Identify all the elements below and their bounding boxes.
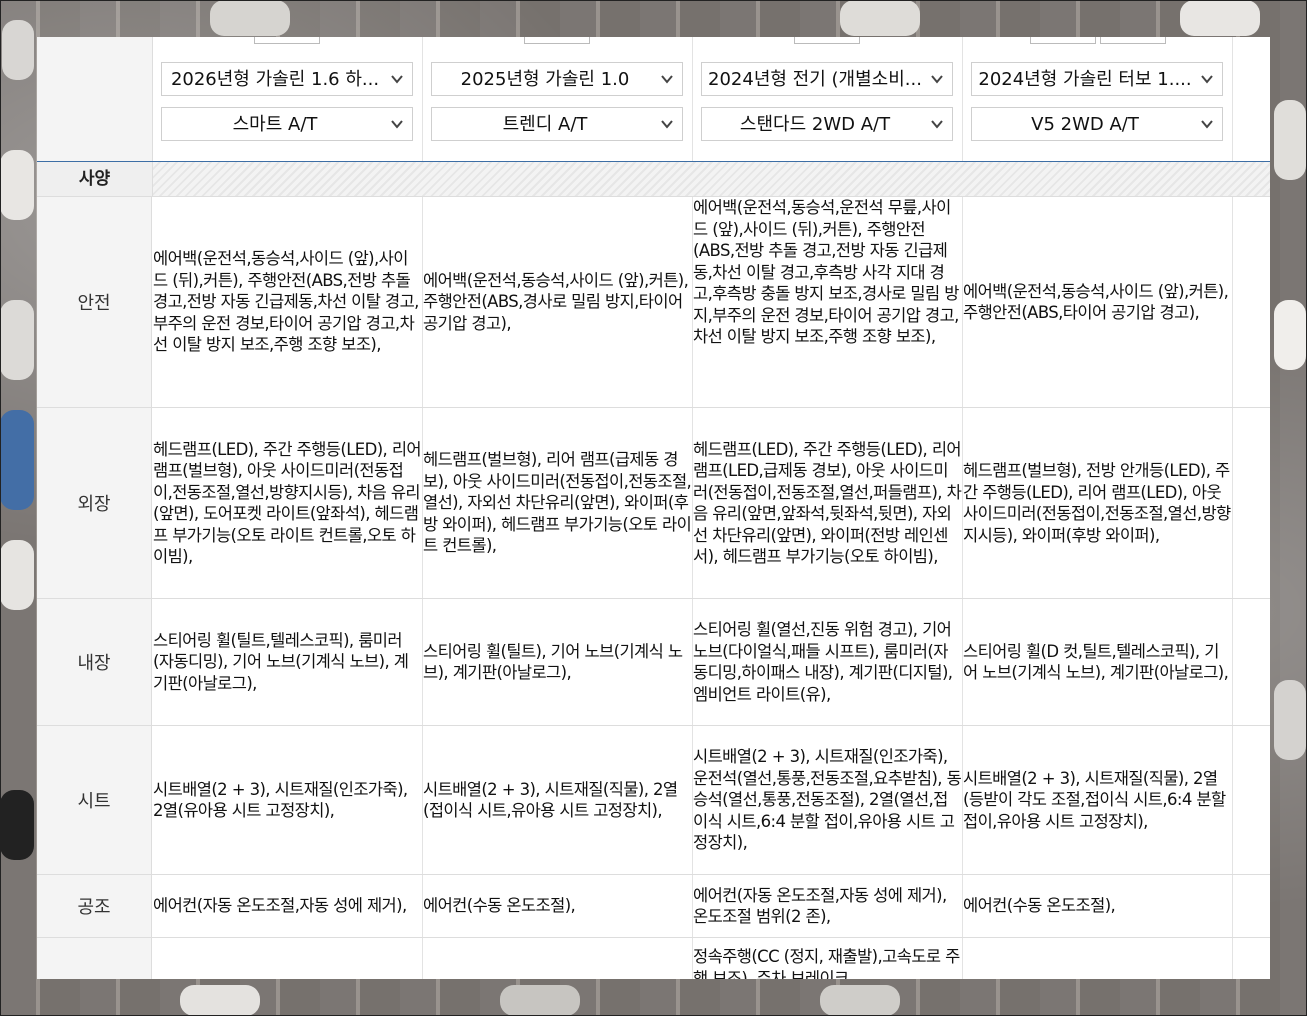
section-label: 사양 (37, 162, 153, 196)
spec-cell: 시트배열(2 + 3), 시트재질(직물), 2열(등받이 각도 조절,접이식 … (963, 726, 1233, 874)
tab-stub[interactable] (1030, 37, 1096, 44)
spec-cell (963, 938, 1233, 979)
row-label: 외장 (37, 408, 152, 598)
spec-row-interior: 내장 스티어링 휠(틸트,텔레스코픽), 룸미러(자동디밍), 기어 노브(기계… (37, 599, 1270, 726)
spec-row-convenience: 정속주행(CC (정지, 재출발),고속도로 주행 보조), 주차 브레이크 (37, 938, 1270, 979)
chevron-down-icon (391, 75, 403, 84)
row-label: 공조 (37, 875, 152, 937)
spec-cell: 헤드램프(LED), 주간 주행등(LED), 리어 램프(벌브형), 아웃 사… (153, 408, 423, 598)
trim-select-value: 스마트 A/T (232, 114, 318, 135)
row-label (37, 938, 152, 979)
spec-cell: 시트배열(2 + 3), 시트재질(인조가죽), 2열(유아용 시트 고정장치)… (153, 726, 423, 874)
model-select-value: 2024년형 전기 (개별소비... (708, 69, 922, 90)
spec-row-safety: 안전 에어백(운전석,동승석,사이드 (앞),사이드 (뒤),커튼), 주행안전… (37, 197, 1270, 408)
spec-cell: 스티어링 휠(열선,진동 위험 경고), 기어 노브(다이얼식,패들 시프트),… (693, 599, 963, 725)
chevron-down-icon (661, 75, 673, 84)
column-head-2: 2025년형 가솔린 1.0 트렌디 A/T (423, 37, 693, 161)
trim-select[interactable]: 트렌디 A/T (431, 107, 683, 141)
spec-cell: 시트배열(2 + 3), 시트재질(인조가죽), 운전석(열선,통풍,전동조절,… (693, 726, 963, 874)
spec-cell: 에어백(운전석,동승석,사이드 (앞),커튼), 주행안전(ABS,경사로 밀림… (423, 197, 693, 407)
model-select[interactable]: 2024년형 전기 (개별소비... (701, 62, 953, 96)
section-hatch (153, 162, 1270, 196)
model-select-value: 2026년형 가솔린 1.6 하... (170, 69, 380, 90)
spec-cell: 헤드램프(벌브형), 리어 램프(급제동 경보), 아웃 사이드미러(전동접이,… (423, 408, 693, 598)
row-label: 내장 (37, 599, 152, 725)
chevron-down-icon (1201, 75, 1213, 84)
chevron-down-icon (1201, 120, 1213, 129)
comparison-panel: 2026년형 가솔린 1.6 하... 스마트 A/T 2025년형 가솔린 1… (37, 37, 1270, 979)
header-corner (37, 37, 153, 161)
spec-row-climate: 공조 에어컨(자동 온도조절,자동 성에 제거), 에어컨(수동 온도조절), … (37, 875, 1270, 938)
spec-cell: 스티어링 휠(D 컷,틸트,텔레스코픽), 기어 노브(기계식 노브), 계기판… (963, 599, 1233, 725)
column-head-1: 2026년형 가솔린 1.6 하... 스마트 A/T (153, 37, 423, 161)
tab-stub[interactable] (1100, 37, 1166, 44)
spec-cell: 에어컨(자동 온도조절,자동 성에 제거), 온도조절 범위(2 존), (693, 875, 963, 937)
tab-stub[interactable] (524, 37, 590, 44)
spec-cell (423, 938, 693, 979)
trim-select-value: V5 2WD A/T (1031, 114, 1139, 135)
spec-row-seat: 시트 시트배열(2 + 3), 시트재질(인조가죽), 2열(유아용 시트 고정… (37, 726, 1270, 875)
tab-stub[interactable] (254, 37, 320, 44)
spec-cell: 시트배열(2 + 3), 시트재질(직물), 2열(접이식 시트,유아용 시트 … (423, 726, 693, 874)
model-select-value: 2025년형 가솔린 1.0 (460, 69, 630, 90)
trim-select-value: 트렌디 A/T (502, 114, 588, 135)
trim-select-value: 스탠다드 2WD A/T (739, 114, 891, 135)
model-select[interactable]: 2026년형 가솔린 1.6 하... (161, 62, 413, 96)
trim-select[interactable]: V5 2WD A/T (971, 107, 1223, 141)
spec-cell: 에어백(운전석,동승석,사이드 (앞),사이드 (뒤),커튼), 주행안전(AB… (153, 197, 423, 407)
spec-cell (153, 938, 423, 979)
model-select[interactable]: 2025년형 가솔린 1.0 (431, 62, 683, 96)
spec-cell: 헤드램프(벌브형), 전방 안개등(LED), 주간 주행등(LED), 리어 … (963, 408, 1233, 598)
spec-cell: 에어컨(수동 온도조절), (423, 875, 693, 937)
trim-select[interactable]: 스마트 A/T (161, 107, 413, 141)
spec-cell: 에어백(운전석,동승석,운전석 무릎,사이드 (앞),사이드 (뒤),커튼), … (693, 197, 963, 407)
spec-cell: 정속주행(CC (정지, 재출발),고속도로 주행 보조), 주차 브레이크 (693, 938, 963, 979)
chevron-down-icon (931, 75, 943, 84)
spec-cell: 스티어링 휠(틸트), 기어 노브(기계식 노브), 계기판(아날로그), (423, 599, 693, 725)
spec-cell: 에어컨(자동 온도조절,자동 성에 제거), (153, 875, 423, 937)
column-head-4: 2024년형 가솔린 터보 1.... V5 2WD A/T (963, 37, 1233, 161)
spec-section-header: 사양 (37, 162, 1270, 197)
model-select[interactable]: 2024년형 가솔린 터보 1.... (971, 62, 1223, 96)
spec-cell: 스티어링 휠(틸트,텔레스코픽), 룸미러(자동디밍), 기어 노브(기계식 노… (153, 599, 423, 725)
chevron-down-icon (661, 120, 673, 129)
trim-select[interactable]: 스탠다드 2WD A/T (701, 107, 953, 141)
chevron-down-icon (391, 120, 403, 129)
spec-cell: 헤드램프(LED), 주간 주행등(LED), 리어 램프(LED,급제동 경보… (693, 408, 963, 598)
row-label: 안전 (37, 197, 152, 407)
model-select-value: 2024년형 가솔린 터보 1.... (978, 69, 1192, 90)
chevron-down-icon (931, 120, 943, 129)
trim-selector-header: 2026년형 가솔린 1.6 하... 스마트 A/T 2025년형 가솔린 1… (37, 37, 1270, 162)
row-label: 시트 (37, 726, 152, 874)
spec-row-exterior: 외장 헤드램프(LED), 주간 주행등(LED), 리어 램프(벌브형), 아… (37, 408, 1270, 599)
spec-cell: 에어컨(수동 온도조절), (963, 875, 1233, 937)
tab-stub[interactable] (794, 37, 860, 44)
column-head-3: 2024년형 전기 (개별소비... 스탠다드 2WD A/T (693, 37, 963, 161)
spec-cell: 에어백(운전석,동승석,사이드 (앞),커튼), 주행안전(ABS,타이어 공기… (963, 197, 1233, 407)
